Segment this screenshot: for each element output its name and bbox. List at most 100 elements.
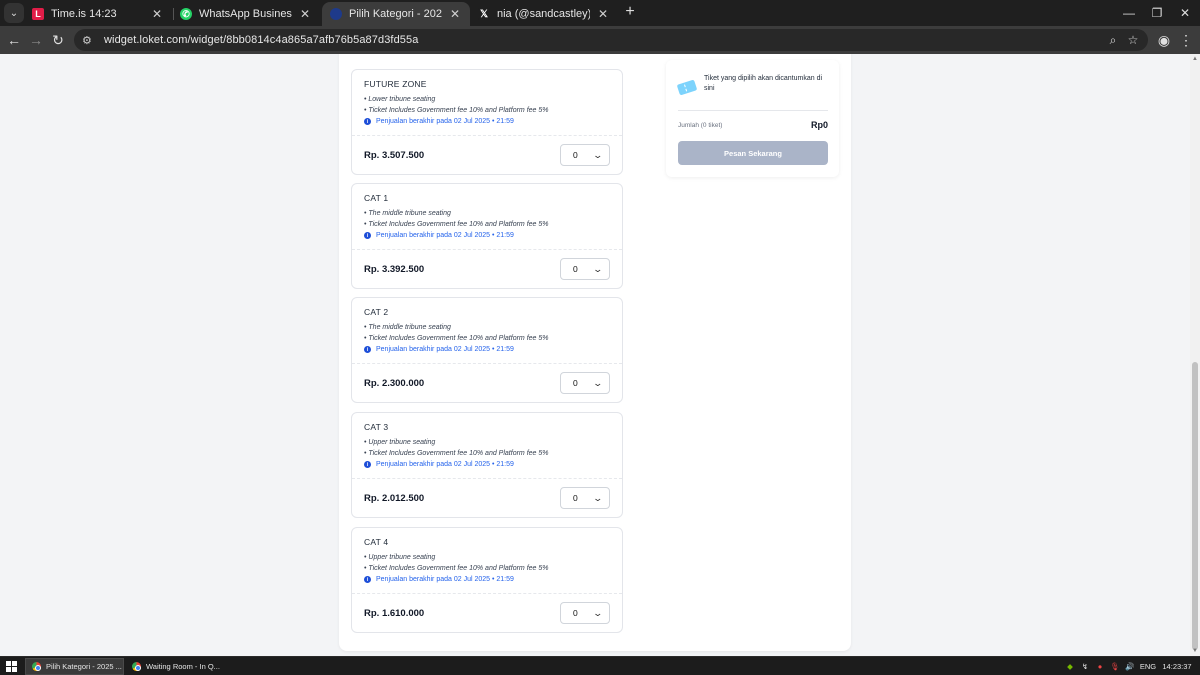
ticket-price: Rp. 1.610.000	[364, 607, 425, 619]
tab-whatsapp[interactable]: ✆ WhatsApp Business ✕	[172, 2, 320, 26]
ticket-desc: • Ticket Includes Government fee 10% and…	[364, 565, 549, 572]
x-icon: 𝕏	[478, 8, 490, 20]
info-icon: i	[364, 346, 371, 353]
bookmark-star-icon[interactable]: ☆	[1124, 29, 1142, 51]
ticket-price: Rp. 2.012.500	[364, 492, 425, 504]
quantity-value: 0	[573, 378, 578, 388]
profile-icon[interactable]: ◉	[1154, 30, 1174, 50]
forward-button[interactable]: →	[26, 30, 46, 50]
ticket-name: FUTURE ZONE	[364, 79, 427, 89]
info-icon: i	[364, 118, 371, 125]
chrome-icon	[32, 662, 41, 671]
new-tab-button[interactable]: +	[621, 3, 639, 21]
sale-end-text: Penjualan berakhir pada 02 Jul 2025 • 21…	[376, 576, 514, 583]
antivirus-icon[interactable]: ●	[1094, 658, 1106, 675]
scrollbar[interactable]: ▲ ▼	[1190, 54, 1200, 656]
quantity-select[interactable]: 0 ⌄	[560, 487, 610, 509]
sale-end-info: i Penjualan berakhir pada 02 Jul 2025 • …	[364, 461, 610, 468]
menu-kebab-icon[interactable]: ⋮	[1176, 30, 1196, 50]
windows-start-icon[interactable]	[6, 661, 17, 672]
ticket-desc: • The middle tribune seating	[364, 324, 451, 331]
zoom-icon[interactable]: ⌕	[1104, 29, 1122, 51]
close-icon[interactable]: ✕	[448, 7, 462, 21]
ticket-price: Rp. 2.300.000	[364, 377, 425, 389]
ticket-card-cat-2: CAT 2 • The middle tribune seating • Tic…	[351, 297, 623, 403]
tab-label: Pilih Kategori - 2025 NCT DREAM	[349, 8, 442, 20]
address-bar[interactable]: ⚙ widget.loket.com/widget/8bb0814c4a865a…	[74, 29, 1148, 51]
tab-strip: ⌄ L Time.is 14:23 ✕ ✆ WhatsApp Business …	[0, 0, 1200, 26]
divider	[678, 110, 828, 111]
microphone-icon[interactable]: 🎙	[1109, 658, 1121, 675]
ticket-desc: • The middle tribune seating	[364, 210, 451, 217]
page-viewport: FUTURE ZONE • Lower tribune seating • Ti…	[0, 54, 1200, 656]
order-summary: Tiket yang dipilih akan dicantumkan di s…	[666, 60, 839, 177]
ticket-desc: • Ticket Includes Government fee 10% and…	[364, 335, 549, 342]
sale-end-text: Penjualan berakhir pada 02 Jul 2025 • 21…	[376, 346, 514, 353]
taskbar-app-label: Pilih Kategori - 2025 ...	[46, 662, 122, 671]
clock[interactable]: 14:23:37	[1160, 658, 1194, 675]
taskbar-app-chrome-pilih[interactable]: Pilih Kategori - 2025 ...	[25, 658, 124, 675]
close-icon[interactable]: ✕	[298, 7, 312, 21]
ticket-desc: • Ticket Includes Government fee 10% and…	[364, 450, 549, 457]
whatsapp-icon: ✆	[180, 8, 192, 20]
ticket-price: Rp. 3.392.500	[364, 263, 425, 275]
quantity-select[interactable]: 0 ⌄	[560, 258, 610, 280]
back-button[interactable]: ←	[4, 30, 24, 50]
toolbar: ← → ↻ ⚙ widget.loket.com/widget/8bb0814c…	[0, 26, 1200, 54]
ticket-icon	[676, 79, 698, 96]
taskbar-app-chrome-waiting[interactable]: Waiting Room - In Q...	[126, 658, 224, 675]
quantity-select[interactable]: 0 ⌄	[560, 602, 610, 624]
reload-button[interactable]: ↻	[48, 30, 68, 50]
quantity-select[interactable]: 0 ⌄	[560, 144, 610, 166]
volume-icon[interactable]: 🔊	[1124, 658, 1136, 675]
ticket-desc: • Ticket Includes Government fee 10% and…	[364, 221, 549, 228]
info-icon: i	[364, 461, 371, 468]
tab-pilih-kategori[interactable]: Pilih Kategori - 2025 NCT DREAM ✕	[322, 2, 470, 26]
tab-time-is[interactable]: L Time.is 14:23 ✕	[24, 2, 172, 26]
chrome-icon	[132, 662, 141, 671]
connection-icon[interactable]: ↯	[1079, 658, 1091, 675]
scrollbar-thumb[interactable]	[1192, 362, 1198, 650]
chevron-down-icon: ⌄	[592, 492, 604, 503]
tab-search-button[interactable]: ⌄	[4, 3, 24, 23]
ticket-desc: • Ticket Includes Government fee 10% and…	[364, 107, 549, 114]
taskbar: Pilih Kategori - 2025 ... Waiting Room -…	[0, 656, 1200, 675]
tab-label: Time.is 14:23	[51, 8, 117, 20]
sale-end-info: i Penjualan berakhir pada 02 Jul 2025 • …	[364, 576, 610, 583]
quantity-value: 0	[573, 264, 578, 274]
quantity-select[interactable]: 0 ⌄	[560, 372, 610, 394]
ticket-desc: • Upper tribune seating	[364, 554, 436, 561]
ticket-name: CAT 3	[364, 422, 389, 432]
tab-label: nia (@sandcastley) / X	[497, 8, 590, 20]
ticket-desc: • Lower tribune seating	[364, 96, 436, 103]
chevron-down-icon: ⌄	[592, 377, 604, 388]
summary-info-text: Tiket yang dipilih akan dicantumkan di s…	[704, 75, 823, 92]
chevron-down-icon: ⌄	[592, 149, 604, 160]
total-price: Rp0	[810, 120, 828, 130]
summary-info: Tiket yang dipilih akan dicantumkan di s…	[676, 74, 830, 96]
quantity-value: 0	[573, 608, 578, 618]
close-icon[interactable]: ✕	[150, 7, 164, 21]
close-icon[interactable]: ✕	[596, 7, 610, 21]
tab-x-profile[interactable]: 𝕏 nia (@sandcastley) / X ✕	[470, 2, 618, 26]
url-text: widget.loket.com/widget/8bb0814c4a865a7a…	[104, 34, 419, 46]
scroll-up-icon[interactable]: ▲	[1191, 56, 1199, 62]
ticket-name: CAT 1	[364, 193, 389, 203]
ticket-name: CAT 4	[364, 537, 389, 547]
nvidia-icon[interactable]: ◆	[1064, 658, 1076, 675]
info-icon: i	[364, 576, 371, 583]
language-indicator[interactable]: ENG	[1139, 658, 1157, 675]
ticket-card-cat-1: CAT 1 • The middle tribune seating • Tic…	[351, 183, 623, 289]
taskbar-app-label: Waiting Room - In Q...	[146, 662, 220, 671]
info-icon: i	[364, 232, 371, 239]
scroll-down-icon[interactable]: ▼	[1191, 648, 1199, 654]
quantity-value: 0	[573, 150, 578, 160]
window-close-button[interactable]: ✕	[1168, 0, 1200, 26]
order-now-button[interactable]: Pesan Sekarang	[678, 141, 828, 165]
sale-end-text: Penjualan berakhir pada 02 Jul 2025 • 21…	[376, 461, 514, 468]
ticket-count-label: Jumlah (0 tiket)	[678, 121, 723, 129]
summary-total-row: Jumlah (0 tiket) Rp0	[678, 120, 828, 130]
sale-end-info: i Penjualan berakhir pada 02 Jul 2025 • …	[364, 232, 610, 239]
site-info-icon[interactable]: ⚙	[82, 34, 96, 47]
ticket-price: Rp. 3.507.500	[364, 149, 425, 161]
